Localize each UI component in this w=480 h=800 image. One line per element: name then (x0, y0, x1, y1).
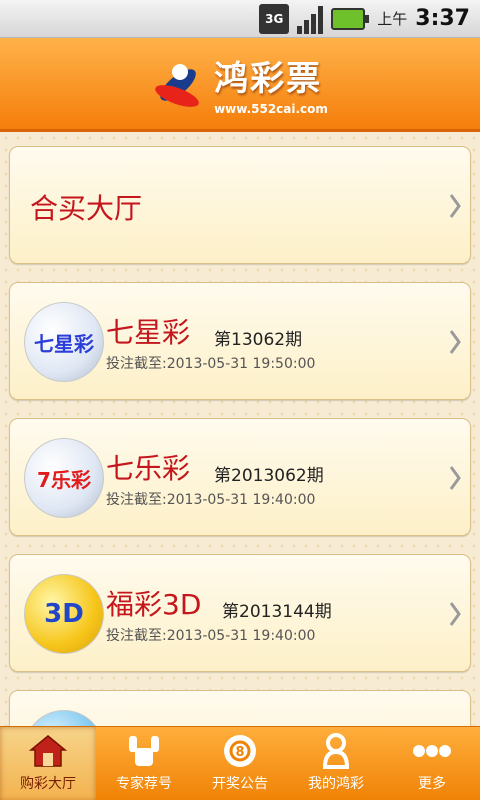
user-icon (316, 733, 356, 769)
nav-expert-picks[interactable]: 专家荐号 (96, 727, 192, 800)
status-ampm: 上午 (377, 10, 408, 28)
bottom-nav: 购彩大厅 专家荐号 8 开奖公告 我的鸿彩 更多 (0, 726, 480, 800)
lottery-issue: 第13062期 (214, 330, 303, 350)
chevron-right-icon (449, 466, 461, 490)
status-bar: 3G 上午 3:37 (0, 0, 480, 38)
home-icon (28, 733, 68, 769)
lottery-card-qilecai[interactable]: 7乐彩 七乐彩 第2013062期 投注截至:2013-05-31 19:40:… (9, 418, 471, 536)
lottery-issue: 第2013062期 (214, 466, 324, 486)
app-name: 鸿彩票 (214, 59, 323, 99)
qilecai-logo-icon: 7乐彩 (24, 438, 104, 518)
status-time: 3:37 (415, 6, 470, 31)
nav-my-account[interactable]: 我的鸿彩 (288, 727, 384, 800)
group-buy-hall-card[interactable]: 合买大厅 (9, 146, 471, 264)
group-buy-hall-label: 合买大厅 (30, 192, 143, 225)
signal-icon (297, 4, 324, 34)
lottery-deadline: 投注截至:2013-05-31 19:40:00 (106, 628, 316, 644)
lottery-name: 七星彩 (106, 316, 191, 349)
app-url: www.552cai.com (214, 102, 328, 116)
expert-icon (124, 733, 164, 769)
fucai3d-logo-icon: 3D (24, 574, 104, 654)
svg-text:8: 8 (235, 745, 244, 760)
lottery-card-qixingcai[interactable]: 七星彩 七星彩 第13062期 投注截至:2013-05-31 19:50:00 (9, 282, 471, 400)
qixingcai-logo-icon: 七星彩 (24, 302, 104, 382)
nav-draw-results[interactable]: 8 开奖公告 (192, 727, 288, 800)
lottery-card-fucai3d[interactable]: 3D 福彩3D 第2013144期 投注截至:2013-05-31 19:40:… (9, 554, 471, 672)
more-dots-icon (412, 733, 452, 769)
lottery-name: 七乐彩 (106, 452, 191, 485)
nav-lottery-hall[interactable]: 购彩大厅 (0, 727, 96, 800)
lottery-issue: 第2013144期 (222, 602, 332, 622)
app-header: 鸿彩票 www.552cai.com (0, 38, 480, 132)
lottery-list[interactable]: 合买大厅 七星彩 七星彩 第13062期 投注截至:2013-05-31 19:… (0, 132, 480, 726)
lottery-name: 福彩3D (106, 588, 202, 621)
ball-8-icon: 8 (220, 733, 260, 769)
lottery-logo-icon (24, 710, 104, 726)
chevron-right-icon (449, 602, 461, 626)
nav-more[interactable]: 更多 (384, 727, 480, 800)
lottery-deadline: 投注截至:2013-05-31 19:50:00 (106, 356, 316, 372)
battery-icon (331, 7, 370, 30)
lottery-card-partial[interactable] (9, 690, 471, 726)
chevron-right-icon (449, 194, 461, 218)
lottery-deadline: 投注截至:2013-05-31 19:40:00 (106, 492, 316, 508)
app-logo-icon (152, 54, 210, 114)
network-3g-icon: 3G (259, 3, 290, 34)
chevron-right-icon (449, 330, 461, 354)
